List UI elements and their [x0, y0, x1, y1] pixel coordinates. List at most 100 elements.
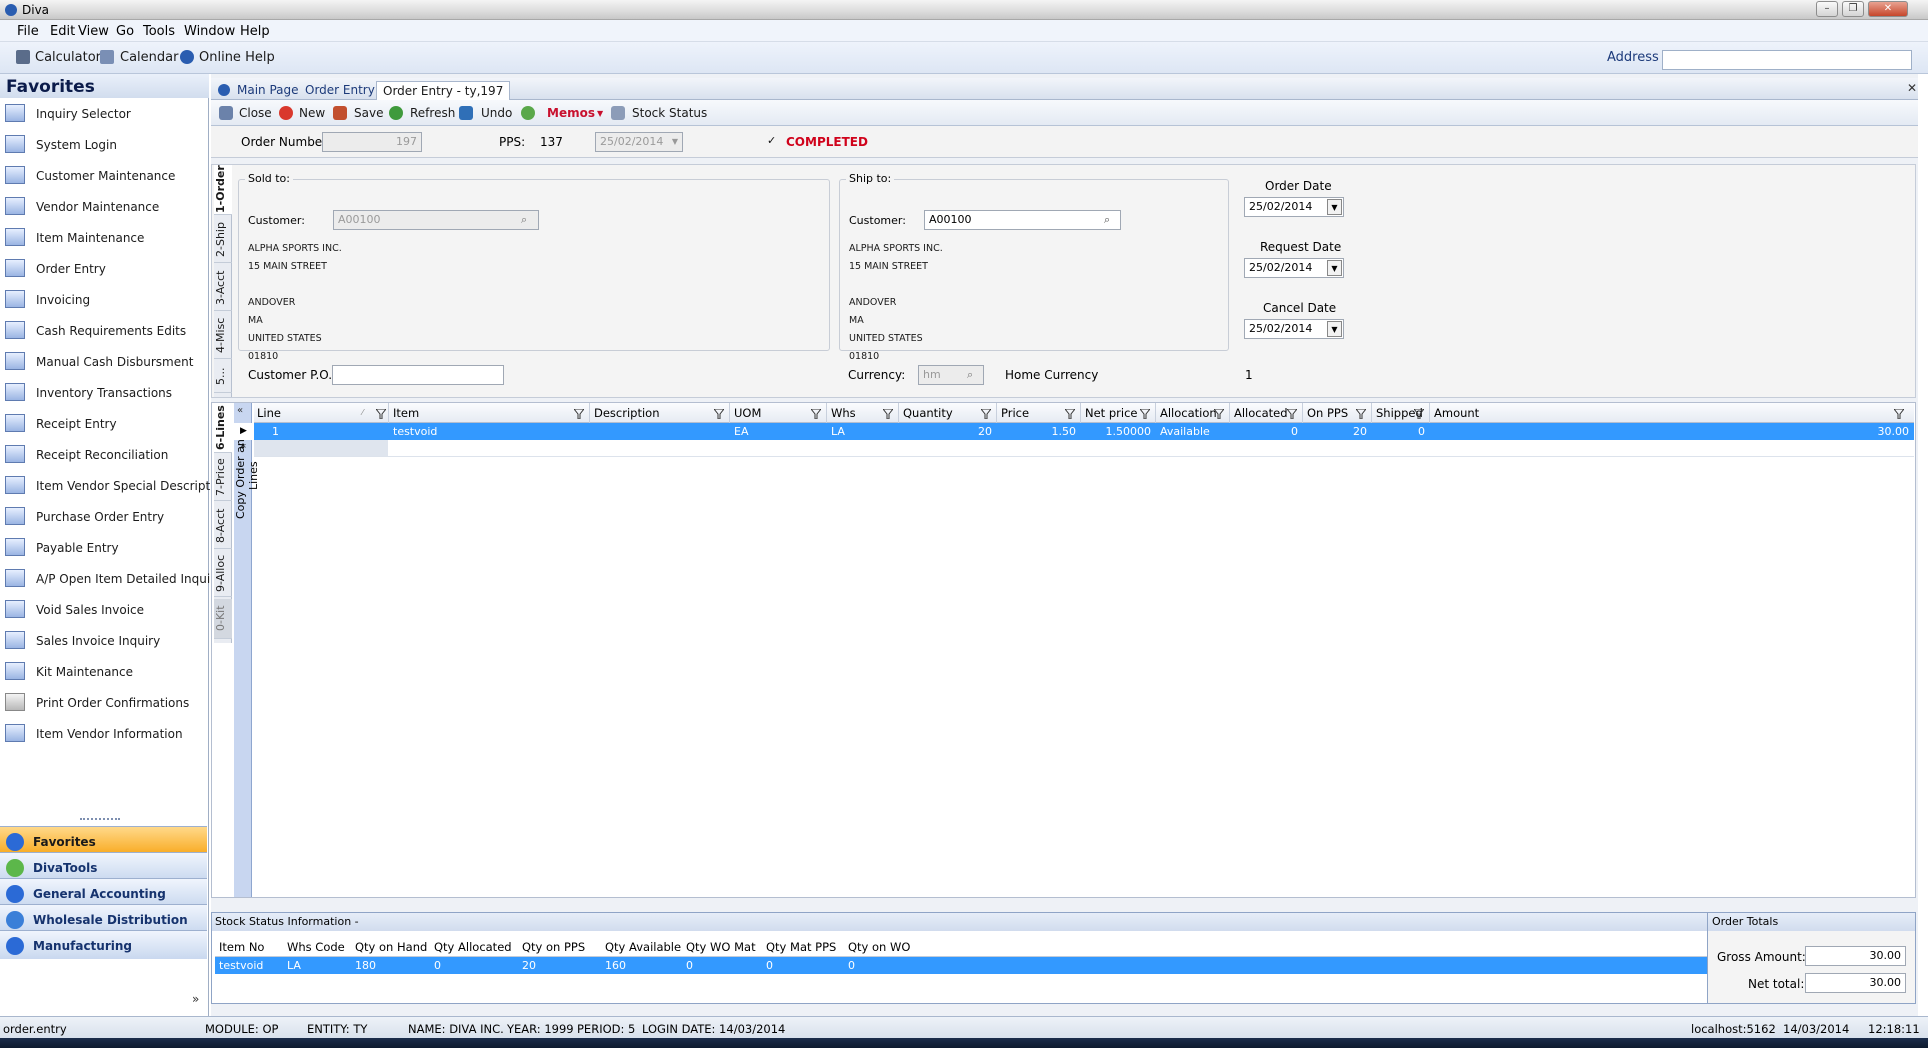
close-window-button[interactable]: ✕ [1868, 1, 1908, 17]
stock-col-qty-on-hand[interactable]: Qty on Hand [355, 940, 427, 954]
sold-to-customer-field[interactable]: A00100 [333, 210, 539, 230]
save-button[interactable]: Save [354, 106, 383, 120]
tab-0-kit[interactable]: 0-Kit [214, 599, 232, 639]
new-row-line-cell[interactable] [254, 440, 388, 456]
stock-cell-whs-code[interactable]: LA [287, 959, 301, 972]
nav-manufacturing-button[interactable]: Manufacturing [0, 930, 207, 959]
stock-cell-qty-on-hand[interactable]: 180 [355, 959, 376, 972]
stock-col-qty-available[interactable]: Qty Available [605, 940, 681, 954]
stock-col-qty-wo-mat[interactable]: Qty WO Mat [686, 940, 756, 954]
address-input[interactable] [1662, 50, 1912, 70]
col-whs[interactable]: Whs [831, 406, 856, 420]
stock-cell-qty-wo-mat[interactable]: 0 [686, 959, 693, 972]
stock-cell-qty-on-wo[interactable]: 0 [848, 959, 855, 972]
order-date-dropdown-icon[interactable]: ▼ [1327, 199, 1342, 215]
cancel-date-dropdown-icon[interactable]: ▼ [1327, 321, 1342, 337]
tab-5-more[interactable]: 5... [214, 361, 232, 393]
calculator-button[interactable]: Calculator [35, 50, 101, 65]
tab-8-acct[interactable]: 8-Acct [214, 503, 232, 549]
filter-icon[interactable] [1285, 408, 1299, 420]
gross-amount-field[interactable]: 30.00 [1805, 946, 1906, 966]
stock-row[interactable]: testvoid LA 180 0 20 160 0 0 0 [215, 957, 1707, 974]
favorite-item[interactable]: Print Order Confirmations [0, 687, 206, 718]
stock-cell-qty-mat-pps[interactable]: 0 [766, 959, 773, 972]
undo-button[interactable]: Undo [481, 106, 512, 120]
col-amount[interactable]: Amount [1434, 406, 1479, 420]
stock-cell-qty-available[interactable]: 160 [605, 959, 626, 972]
stock-col-qty-on-pps[interactable]: Qty on PPS [522, 940, 585, 954]
col-item[interactable]: Item [393, 406, 419, 420]
tab-3-acct[interactable]: 3-Acct [214, 265, 232, 311]
stock-cell-qty-allocated[interactable]: 0 [434, 959, 441, 972]
currency-field[interactable]: hm [918, 365, 984, 385]
filter-icon[interactable] [1138, 408, 1152, 420]
tab-7-price[interactable]: 7-Price [214, 455, 232, 501]
memos-button[interactable]: Memos [547, 106, 595, 120]
favorite-item[interactable]: Void Sales Invoice [0, 594, 206, 625]
stock-col-qty-mat-pps[interactable]: Qty Mat PPS [766, 940, 836, 954]
refresh-button[interactable]: Refresh [410, 106, 455, 120]
filter-icon[interactable] [374, 408, 388, 420]
cell-uom[interactable]: EA [734, 425, 748, 438]
col-line[interactable]: Line [257, 406, 281, 420]
cell-net-price[interactable]: 1.50000 [1085, 425, 1152, 438]
stock-col-qty-allocated[interactable]: Qty Allocated [434, 940, 512, 954]
col-description[interactable]: Description [594, 406, 660, 420]
cell-line[interactable]: 1 [272, 425, 279, 438]
favorite-item[interactable]: A/P Open Item Detailed Inquiry [0, 563, 222, 594]
filter-icon[interactable] [1892, 408, 1906, 420]
col-quantity[interactable]: Quantity [903, 406, 953, 420]
tab-2-ship[interactable]: 2-Ship [214, 217, 232, 263]
tab-order-entry[interactable]: Order Entry [299, 81, 381, 99]
cell-allocated[interactable]: 0 [1234, 425, 1298, 438]
favorite-item[interactable]: Kit Maintenance [0, 656, 206, 687]
calendar-button[interactable]: Calendar [120, 50, 178, 65]
tab-4-misc[interactable]: 4-Misc [214, 313, 232, 359]
tab-6-lines[interactable]: 6-Lines [214, 403, 232, 453]
stock-col-qty-on-wo[interactable]: Qty on WO [848, 940, 910, 954]
minimize-button[interactable]: – [1816, 1, 1838, 17]
favorite-item[interactable]: Customer Maintenance [0, 160, 206, 191]
cell-shipped[interactable]: 0 [1376, 425, 1425, 438]
customer-po-field[interactable] [332, 365, 504, 385]
favorite-item[interactable]: Receipt Reconciliation [0, 439, 206, 470]
cell-on-pps[interactable]: 20 [1307, 425, 1367, 438]
stock-cell-item-no[interactable]: testvoid [219, 959, 263, 972]
favorite-item[interactable]: Payable Entry [0, 532, 206, 563]
favorite-item[interactable]: Invoicing [0, 284, 206, 315]
favorite-item[interactable]: Order Entry [0, 253, 206, 284]
cell-allocation[interactable]: Available [1160, 425, 1210, 438]
favorite-item[interactable]: Item Vendor Special Description [0, 470, 229, 501]
tab-9-alloc[interactable]: 9-Alloc [214, 551, 232, 597]
favorite-item[interactable]: Item Maintenance [0, 222, 206, 253]
filter-icon[interactable] [1212, 408, 1226, 420]
favorite-item[interactable]: Manual Cash Disbursment [0, 346, 206, 377]
favorite-item[interactable]: Item Vendor Information [0, 718, 206, 749]
sold-to-search-icon[interactable]: ⌕ [521, 213, 535, 227]
new-button[interactable]: New [299, 106, 325, 120]
col-uom[interactable]: UOM [734, 406, 761, 420]
ship-to-search-icon[interactable]: ⌕ [1104, 213, 1118, 227]
stock-col-item-no[interactable]: Item No [219, 940, 264, 954]
nav-favorites-button[interactable]: Favorites [0, 826, 207, 855]
filter-icon[interactable] [979, 408, 993, 420]
collapse-icon[interactable]: « [237, 405, 243, 416]
favorite-item[interactable]: Vendor Maintenance [0, 191, 206, 222]
favorite-item[interactable]: Cash Requirements Edits [0, 315, 206, 346]
menu-file[interactable]: File [17, 24, 39, 39]
cell-item[interactable]: testvoid [393, 425, 437, 438]
favorite-item[interactable]: Inquiry Selector [0, 98, 206, 129]
stock-status-button[interactable]: Stock Status [632, 106, 707, 120]
nav-general-accounting-button[interactable]: General Accounting [0, 878, 207, 907]
restore-button[interactable]: ❐ [1842, 1, 1864, 17]
favorite-item[interactable]: System Login [0, 129, 206, 160]
col-allocation[interactable]: Allocation [1160, 406, 1217, 420]
completed-checkbox[interactable]: ✓ [767, 134, 776, 147]
col-net-price[interactable]: Net price [1085, 406, 1137, 420]
favorite-item[interactable]: Inventory Transactions [0, 377, 206, 408]
menu-help[interactable]: Help [240, 24, 270, 39]
cell-amount[interactable]: 30.00 [1434, 425, 1910, 438]
panel-splitter[interactable] [80, 818, 120, 821]
menu-view[interactable]: View [78, 24, 109, 39]
nav-divatools-button[interactable]: DivaTools [0, 852, 207, 881]
